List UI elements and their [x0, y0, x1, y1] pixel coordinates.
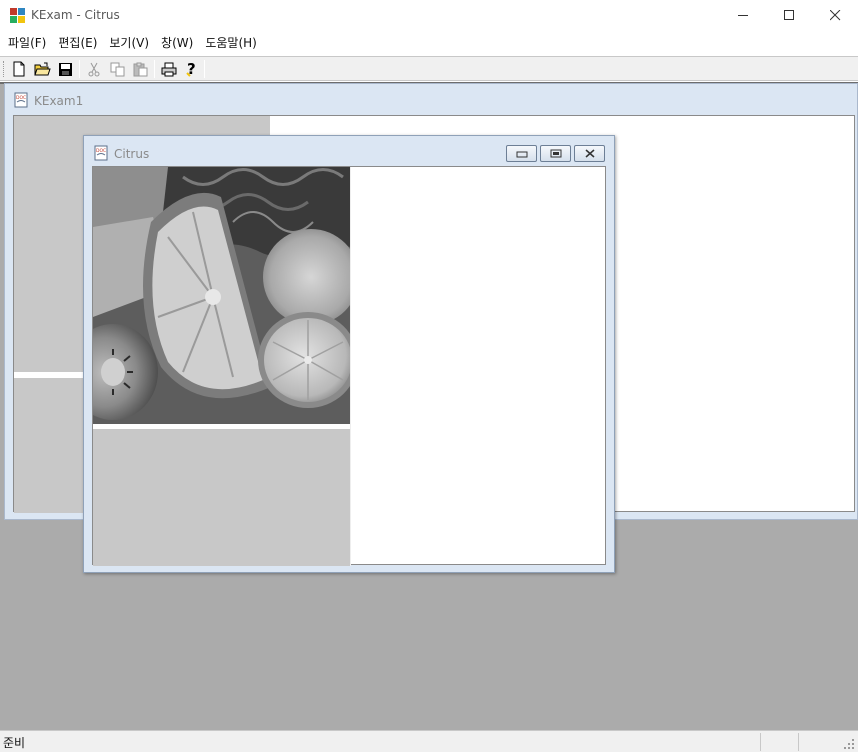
- maximize-icon: [783, 10, 794, 20]
- maximize-button[interactable]: [766, 0, 812, 31]
- child-close-button[interactable]: [574, 145, 605, 162]
- child-restore-button[interactable]: [540, 145, 571, 162]
- child-window-client: [92, 166, 606, 566]
- status-bar: 준비: [0, 730, 858, 752]
- status-indicator: [798, 733, 836, 751]
- menu-edit[interactable]: 편집(E): [52, 32, 103, 54]
- close-button[interactable]: [812, 0, 858, 31]
- minimize-icon: [737, 15, 748, 16]
- copy-icon: [110, 62, 124, 76]
- child-window-title: Citrus: [114, 147, 150, 161]
- print-icon: [161, 62, 177, 76]
- menu-file[interactable]: 파일(F): [2, 32, 52, 54]
- menu-bar: 파일(F) 편집(E) 보기(V) 창(W) 도움말(H): [0, 31, 858, 55]
- resize-grip-icon[interactable]: [842, 737, 855, 750]
- save-icon: [58, 62, 72, 76]
- close-icon: [829, 10, 840, 21]
- citrus-image: [93, 167, 350, 424]
- new-button[interactable]: [9, 60, 29, 78]
- minimize-icon: [516, 151, 527, 157]
- open-button[interactable]: [32, 60, 52, 78]
- document-icon: DOC: [14, 92, 28, 108]
- child-window-titlebar[interactable]: DOC KExam1: [5, 84, 857, 112]
- cut-icon: [88, 62, 100, 76]
- child-window-titlebar[interactable]: DOC Citrus: [84, 136, 614, 166]
- close-icon: [585, 149, 594, 158]
- pane-divider: [350, 167, 351, 566]
- window-title: KExam - Citrus: [31, 8, 120, 22]
- child-minimize-button[interactable]: [506, 145, 537, 162]
- save-button[interactable]: [55, 60, 75, 78]
- open-icon: [33, 62, 51, 75]
- child-window-title: KExam1: [34, 94, 84, 108]
- cut-button[interactable]: [84, 60, 104, 78]
- app-icon[interactable]: [9, 7, 26, 24]
- title-bar: KExam - Citrus: [0, 0, 858, 31]
- status-indicator: [760, 733, 798, 751]
- toolbar-separator: [79, 60, 80, 78]
- help-icon: ?: [186, 61, 196, 77]
- restore-icon: [550, 149, 561, 158]
- menu-help[interactable]: 도움말(H): [199, 32, 263, 54]
- toolbar-separator: [204, 60, 205, 78]
- menu-window[interactable]: 창(W): [155, 32, 199, 54]
- print-button[interactable]: [159, 60, 179, 78]
- toolbar-grip[interactable]: [3, 61, 6, 77]
- status-text: 준비: [3, 736, 26, 750]
- image-pane: [93, 429, 350, 566]
- help-button[interactable]: ?: [182, 60, 202, 78]
- copy-button[interactable]: [107, 60, 127, 78]
- toolbar-separator: [154, 60, 155, 78]
- new-icon: [13, 61, 25, 77]
- minimize-button[interactable]: [720, 0, 766, 31]
- document-icon: DOC: [94, 145, 108, 161]
- menu-view[interactable]: 보기(V): [103, 32, 155, 54]
- paste-icon: [133, 62, 147, 76]
- paste-button[interactable]: [130, 60, 150, 78]
- toolbar: ?: [0, 56, 858, 81]
- child-window-citrus[interactable]: DOC Citrus: [83, 135, 615, 573]
